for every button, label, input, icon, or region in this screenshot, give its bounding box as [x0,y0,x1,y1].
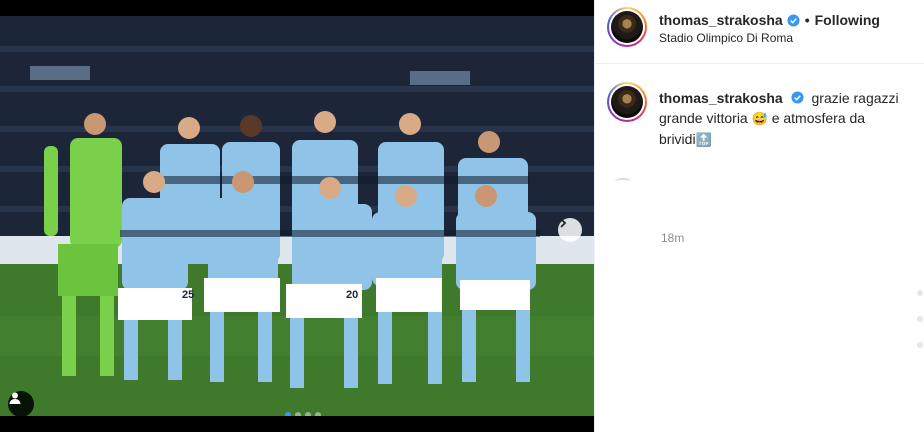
next-image-button[interactable] [558,218,582,242]
smiling-face-emoji: 😅 [751,111,768,126]
top-arrow-emoji: 🔝 [695,132,712,147]
loading-indicator [615,178,631,184]
jersey-number-1: 25 [182,289,194,301]
user-tag-button[interactable] [8,391,34,416]
chevron-right-icon [560,218,567,228]
caption-line-2: grande vittoria [659,110,748,126]
scroll-marker [917,290,923,296]
verified-badge-icon [787,13,800,27]
location-link[interactable]: Stadio Olimpico Di Roma [659,31,793,45]
team-photo-illustration: 25 20 [0,16,594,416]
header-user-line: thomas_strakosha • Following [659,12,880,28]
scroll-marker [917,316,923,322]
carousel-dot [285,412,291,416]
carousel-indicators [285,412,321,416]
caption-line-1: grazie ragazzi [811,90,899,106]
carousel-dot [295,412,301,416]
caption-line-3: e atmosfera da [771,110,866,126]
avatar[interactable] [607,7,647,47]
post-photo[interactable]: 25 20 [0,16,594,416]
caption-avatar[interactable] [607,82,647,122]
username-link[interactable]: thomas_strakosha [659,12,783,28]
post-header: thomas_strakosha • Following Stadio Olim… [595,0,924,64]
caption-username[interactable]: thomas_strakosha [659,90,783,106]
caption-text: thomas_strakosha grazie ragazzi grande v… [659,88,909,150]
following-button[interactable]: Following [815,12,880,28]
scroll-marker [917,342,923,348]
stand-box-right [410,71,470,85]
separator: • [804,12,810,28]
carousel-dot [305,412,311,416]
jersey-number-2: 20 [346,289,358,301]
stand-box-left [30,66,90,80]
caption-line-4: brividi [659,131,696,147]
user-tag-icon [9,392,21,404]
media-pane: 25 20 [0,0,594,432]
post-side-panel: thomas_strakosha • Following Stadio Olim… [594,0,924,432]
verified-badge-icon [791,91,804,104]
post-timestamp[interactable]: 18m [661,231,684,245]
carousel-dot [315,412,321,416]
